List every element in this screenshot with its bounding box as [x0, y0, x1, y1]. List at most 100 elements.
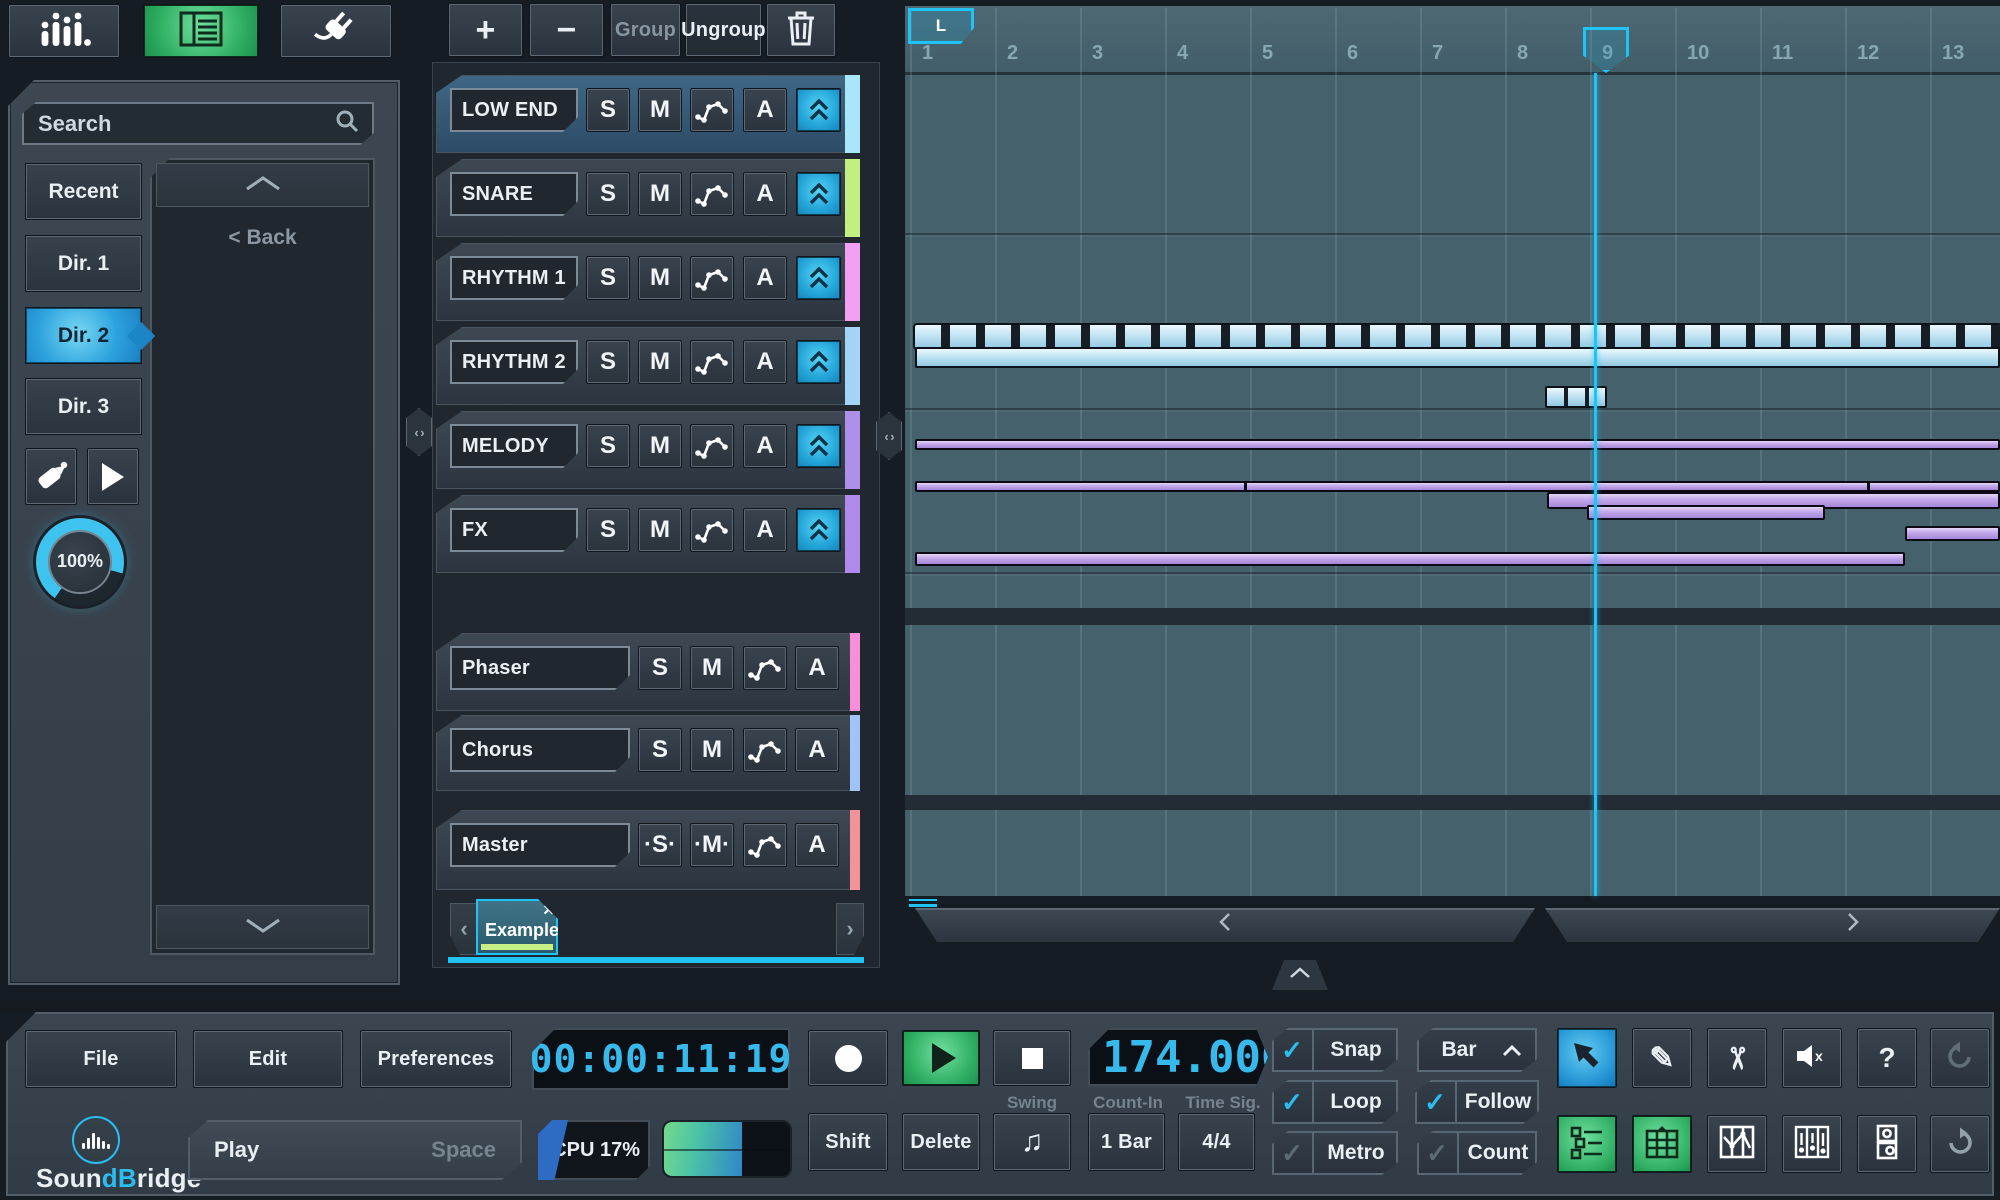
arm-button[interactable]: A	[743, 508, 787, 552]
record-button[interactable]	[808, 1030, 888, 1086]
automation-button[interactable]	[743, 728, 787, 772]
track-row-snare[interactable]: SNARESMA	[436, 159, 860, 237]
cpu-meter[interactable]: CPU 17%	[538, 1120, 650, 1180]
browser-view-button[interactable]	[143, 4, 259, 58]
solo-button[interactable]: S	[586, 256, 630, 300]
count-in-length-button[interactable]: 1 Bar	[1088, 1113, 1165, 1171]
solo-button[interactable]: ·S·	[638, 823, 682, 867]
track-name-field[interactable]: FX	[450, 508, 578, 552]
follow-toggle[interactable]: ✓ Follow	[1415, 1080, 1539, 1124]
track-row-melody[interactable]: MELODYSM A	[436, 411, 860, 489]
track-list-view-button[interactable]	[1557, 1115, 1617, 1173]
arm-button[interactable]: A	[795, 646, 839, 690]
track-name-field[interactable]: MELODY	[450, 424, 578, 468]
redo-button[interactable]	[1930, 1115, 1990, 1173]
snap-toggle[interactable]: ✓ Snap	[1272, 1028, 1398, 1072]
clip-purple[interactable]	[915, 552, 1905, 566]
remove-track-button[interactable]: −	[529, 3, 604, 57]
timeline-ruler[interactable]	[905, 6, 2000, 75]
collapse-button[interactable]	[796, 424, 841, 468]
play-button[interactable]	[902, 1030, 980, 1086]
track-name-field[interactable]: Phaser	[450, 646, 630, 690]
loop-toggle[interactable]: ✓ Loop	[1272, 1080, 1398, 1124]
sidebar-item-dir-3[interactable]: Dir. 3	[25, 378, 142, 435]
count-toggle[interactable]: ✓ Count	[1417, 1131, 1537, 1175]
expand-bottom-panel-button[interactable]	[1272, 960, 1328, 990]
automation-button[interactable]	[743, 646, 787, 690]
collapse-button[interactable]	[796, 508, 841, 552]
panel-resize-handle-left[interactable]: ‹ ›	[406, 408, 432, 456]
edit-menu-button[interactable]: Edit	[193, 1030, 343, 1088]
clip-purple[interactable]	[915, 439, 2000, 450]
time-sig-button[interactable]: 4/4	[1178, 1113, 1255, 1171]
mute-button[interactable]: M	[690, 646, 734, 690]
tab-example[interactable]: ✕ Example...	[476, 899, 558, 955]
track-row-fx[interactable]: FXSM A	[436, 495, 860, 573]
clip-purple[interactable]	[1587, 505, 1825, 520]
back-button[interactable]: < Back	[150, 226, 375, 250]
track-row-master[interactable]: Master·S··M· A	[436, 810, 860, 890]
arm-button[interactable]: A	[795, 823, 839, 867]
solo-button[interactable]: S	[638, 646, 682, 690]
automation-button[interactable]	[690, 424, 734, 468]
automation-button[interactable]	[690, 256, 734, 300]
solo-button[interactable]: S	[586, 88, 630, 132]
solo-button[interactable]: S	[586, 172, 630, 216]
scroll-down-button[interactable]	[156, 905, 369, 949]
arm-button[interactable]: A	[743, 88, 787, 132]
arrangement-view-button[interactable]	[1632, 1115, 1692, 1173]
automation-button[interactable]	[690, 172, 734, 216]
automation-button[interactable]	[690, 88, 734, 132]
collapse-button[interactable]	[796, 340, 841, 384]
arm-button[interactable]: A	[743, 256, 787, 300]
snap-grid-dropdown[interactable]: Bar	[1417, 1028, 1537, 1072]
arm-button[interactable]: A	[743, 424, 787, 468]
preview-play-button[interactable]	[87, 448, 139, 505]
track-row-phaser[interactable]: PhaserSM A	[436, 633, 860, 711]
metro-toggle[interactable]: ✓ Metro	[1272, 1131, 1398, 1175]
track-row-low-end[interactable]: LOW ENDSM A	[436, 75, 860, 153]
clip-blueseg[interactable]	[915, 325, 2000, 348]
collapse-button[interactable]	[796, 88, 841, 132]
timeline-scroll-right-button[interactable]	[1545, 908, 2000, 942]
solo-button[interactable]: S	[638, 728, 682, 772]
browser-zoom-knob[interactable]: 100%	[36, 518, 124, 606]
mute-button[interactable]: M	[638, 424, 682, 468]
bpm-display[interactable]: 174.000	[1088, 1028, 1268, 1086]
loop-marker[interactable]: L	[908, 8, 974, 44]
automation-button[interactable]	[690, 508, 734, 552]
track-name-field[interactable]: SNARE	[450, 172, 578, 216]
track-name-field[interactable]: Master	[450, 823, 630, 867]
mute-button[interactable]: M	[638, 508, 682, 552]
track-row-rhythm-2[interactable]: RHYTHM 2SMA	[436, 327, 860, 405]
panel-resize-handle-right[interactable]: ‹ ›	[876, 412, 902, 460]
ungroup-button[interactable]: Ungroup	[685, 3, 762, 57]
mute-button[interactable]: ·M·	[690, 823, 734, 867]
mute-button[interactable]: M	[638, 88, 682, 132]
arm-button[interactable]: A	[795, 728, 839, 772]
automation-button[interactable]	[743, 823, 787, 867]
arm-button[interactable]: A	[743, 172, 787, 216]
track-name-field[interactable]: Chorus	[450, 728, 630, 772]
file-menu-button[interactable]: File	[25, 1030, 177, 1088]
solo-button[interactable]: S	[586, 508, 630, 552]
search-input[interactable]: Search	[22, 102, 374, 145]
stats-view-button[interactable]	[8, 4, 120, 58]
add-track-button[interactable]: +	[448, 3, 523, 57]
quantize-note-button[interactable]: ♫	[993, 1113, 1071, 1171]
collapse-button[interactable]	[796, 172, 841, 216]
solo-button[interactable]: S	[586, 340, 630, 384]
arm-button[interactable]: A	[743, 340, 787, 384]
track-name-field[interactable]: LOW END	[450, 88, 578, 132]
scroll-up-button[interactable]	[156, 163, 369, 207]
delete-button[interactable]: Delete	[902, 1113, 980, 1171]
io-toggle-button[interactable]	[1857, 1115, 1917, 1173]
solo-button[interactable]: S	[586, 424, 630, 468]
delete-track-button[interactable]	[766, 3, 836, 57]
paint-tool-button[interactable]	[25, 448, 77, 505]
stop-button[interactable]	[993, 1030, 1071, 1086]
collapse-button[interactable]	[796, 256, 841, 300]
level-meter[interactable]	[664, 1122, 790, 1176]
draw-tool-button[interactable]: ✎	[1632, 1028, 1692, 1088]
time-display[interactable]: 00:00:11:19	[532, 1028, 790, 1090]
